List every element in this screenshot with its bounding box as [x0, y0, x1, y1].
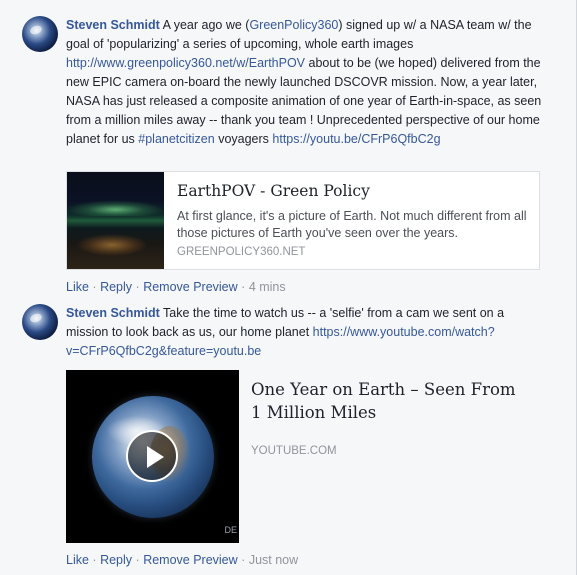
timestamp[interactable]: Just now	[249, 553, 298, 567]
comment-actions: Like · Reply · Remove Preview · Just now	[66, 553, 298, 567]
like-link[interactable]: Like	[66, 553, 89, 567]
comment-text: Steven Schmidt Take the time to watch us…	[66, 304, 546, 361]
hashtag-link[interactable]: #planetcitizen	[138, 132, 214, 146]
mention-link[interactable]: GreenPolicy360	[249, 18, 338, 32]
separator: ·	[92, 553, 97, 567]
preview-description: At first glance, it's a picture of Earth…	[177, 209, 527, 240]
avatar[interactable]	[22, 304, 58, 340]
separator: ·	[241, 553, 246, 567]
remove-preview-link[interactable]: Remove Preview	[143, 553, 237, 567]
video-preview-card[interactable]: DE One Year on Earth – Seen From 1 Milli…	[66, 370, 526, 543]
url-link[interactable]: http://www.greenpolicy360.net/w/EarthPOV	[66, 56, 305, 70]
preview-domain: GREENPOLICY360.NET	[177, 246, 306, 258]
comment-body-text: voyagers	[214, 132, 273, 146]
reply-link[interactable]: Reply	[100, 553, 132, 567]
separator: ·	[92, 280, 97, 294]
preview-title[interactable]: One Year on Earth – Seen From 1 Million …	[251, 378, 521, 424]
comment-author[interactable]: Steven Schmidt	[66, 18, 160, 32]
timestamp[interactable]: 4 mins	[249, 280, 286, 294]
avatar[interactable]	[22, 16, 58, 52]
preview-title[interactable]: EarthPOV - Green Policy	[177, 182, 370, 200]
reply-link[interactable]: Reply	[100, 280, 132, 294]
like-link[interactable]: Like	[66, 280, 89, 294]
link-preview-card[interactable]: EarthPOV - Green Policy At first glance,…	[66, 171, 540, 270]
video-thumbnail[interactable]: DE	[66, 370, 239, 543]
preview-domain: YOUTUBE.COM	[251, 445, 337, 457]
remove-preview-link[interactable]: Remove Preview	[143, 280, 237, 294]
url-link[interactable]: https://youtu.be/CFrP6QfbC2g	[272, 132, 440, 146]
separator: ·	[241, 280, 246, 294]
comment-text: Steven Schmidt A year ago we (GreenPolic…	[66, 16, 546, 149]
separator: ·	[135, 280, 140, 294]
comment-body-text: A year ago we (	[162, 18, 250, 32]
preview-thumbnail[interactable]	[67, 172, 164, 269]
comment-actions: Like · Reply · Remove Preview · 4 mins	[66, 280, 286, 294]
play-icon[interactable]	[126, 430, 178, 482]
comment-author[interactable]: Steven Schmidt	[66, 306, 160, 320]
separator: ·	[135, 553, 140, 567]
thumbnail-corner-text: DE	[224, 525, 237, 535]
